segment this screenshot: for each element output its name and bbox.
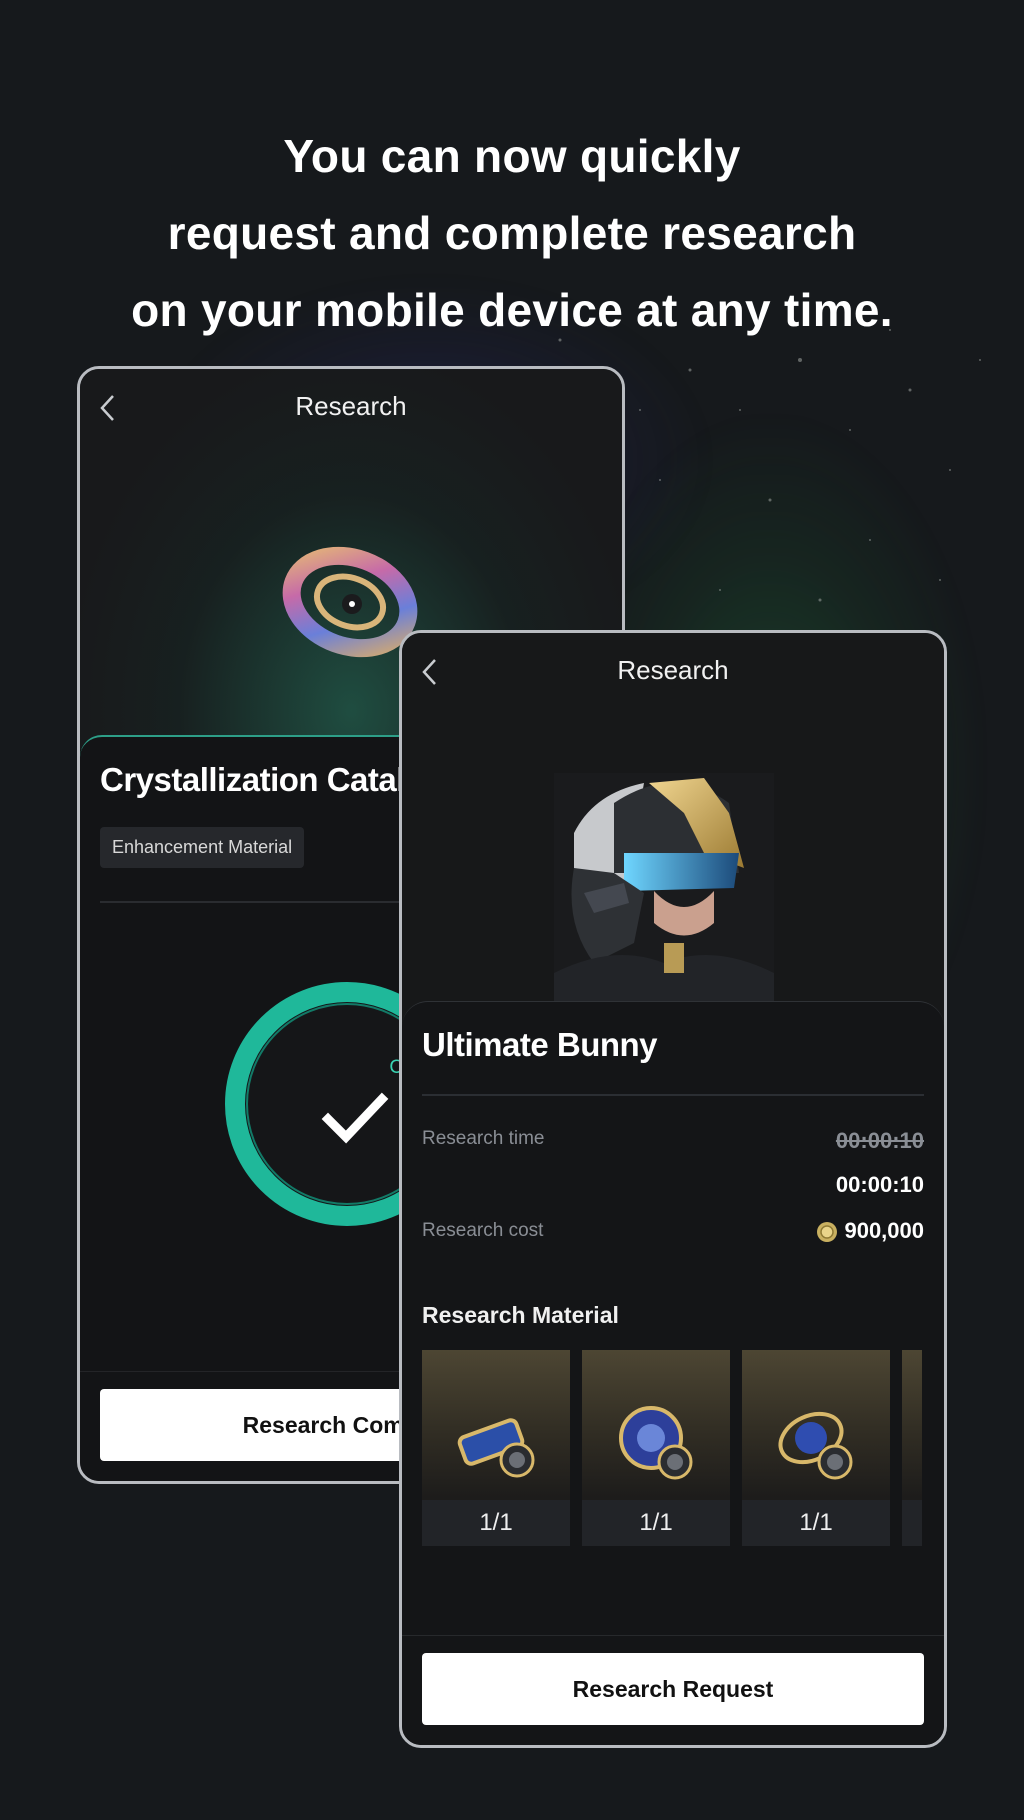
gold-coin-icon [817,1222,837,1242]
headline-line-3: on your mobile device at any time. [131,284,893,336]
checkmark-icon [321,1092,389,1144]
research-time-original: 00:00:10 [835,1128,924,1153]
research-time-label: Research time [422,1128,545,1149]
materials-title: Research Material [422,1302,619,1328]
unit-name: Ultimate Bunny [422,1026,658,1063]
headline: You can now quickly request and complete… [0,118,1024,349]
research-request-screen: Research Ultimate Bunny Research time 00… [399,630,947,1748]
material-count: 1/1 [742,1500,890,1546]
research-cost-value: 900,000 [844,1218,924,1243]
footer-divider [402,1635,944,1636]
top-bar: Research [80,369,622,445]
material-item[interactable]: 1/1 [422,1350,570,1546]
materials-list: 1/1 1/1 1/1 [422,1350,922,1546]
capsule-icon [457,1418,535,1478]
material-count: 1/1 [582,1500,730,1546]
gyro-icon [778,1411,853,1480]
top-bar: Research [402,633,944,709]
screen-title: Research [295,391,407,421]
research-cost-label: Research cost [422,1220,544,1241]
headline-line-1: You can now quickly [283,130,741,182]
material-item-partial[interactable] [902,1350,922,1546]
screen-title: Research [617,655,729,685]
disc-icon [619,1406,693,1480]
research-request-button[interactable]: Research Request [422,1653,924,1725]
item-category-tag: Enhancement Material [100,827,305,868]
ultimate-bunny-portrait-icon [554,773,774,1003]
material-item[interactable]: 1/1 [742,1350,890,1546]
research-time-current: 00:00:10 [835,1172,924,1197]
headline-line-2: request and complete research [167,207,857,259]
divider [422,1094,924,1096]
material-count: 1/1 [422,1500,570,1546]
material-item[interactable]: 1/1 [582,1350,730,1546]
